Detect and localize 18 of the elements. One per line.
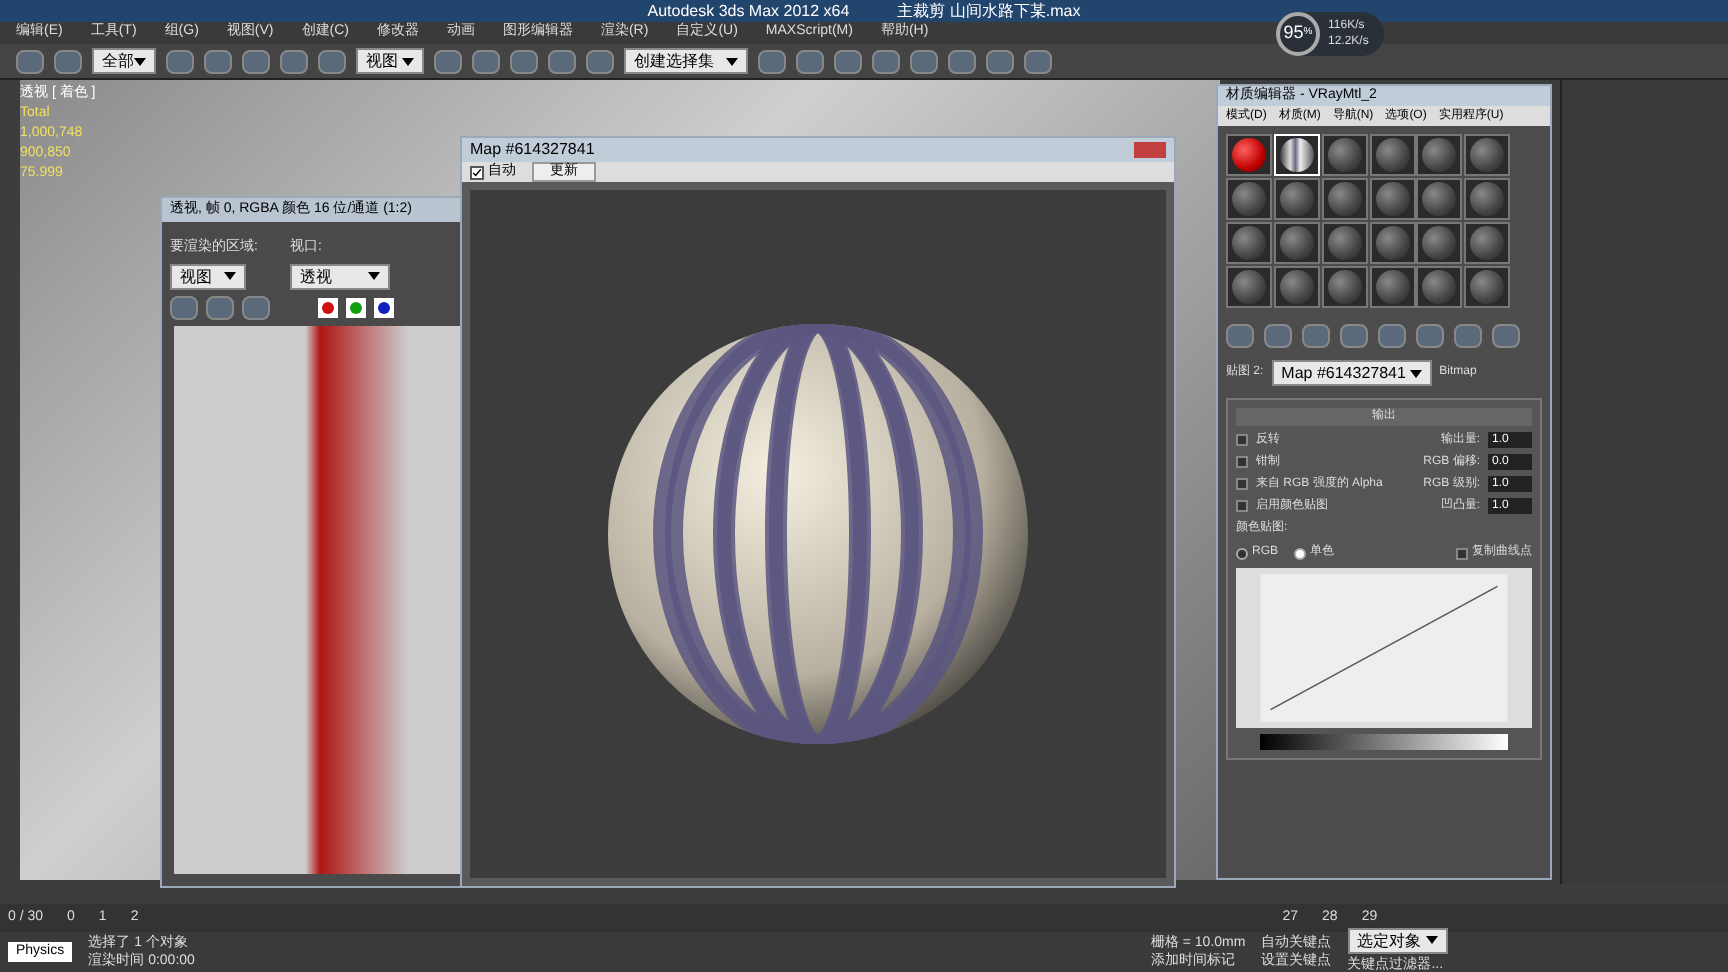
radio-button[interactable] — [1294, 547, 1307, 559]
checkbox[interactable] — [470, 165, 484, 179]
viewport-dropdown[interactable]: 透视 — [289, 263, 390, 289]
checkbox[interactable] — [1236, 434, 1248, 446]
checkbox[interactable] — [1456, 547, 1468, 559]
checkbox[interactable] — [1236, 456, 1248, 468]
checkbox[interactable] — [1236, 500, 1248, 512]
key-mode-dropdown[interactable]: 选定对象 — [1347, 927, 1448, 954]
render-area-dropdown[interactable]: 视图 — [170, 263, 246, 289]
radio-button[interactable] — [1236, 547, 1248, 559]
map-name-dropdown[interactable]: Map #614327841 — [1271, 360, 1432, 386]
window-title: Autodesk 3ds Max 2012 x64 — [647, 0, 850, 22]
selection-filter-dropdown[interactable]: 全部 — [92, 48, 156, 74]
checkbox[interactable] — [1236, 478, 1248, 490]
coordinate-dropdown[interactable]: 视图 — [356, 48, 424, 74]
file-name: 主裁剪 山间水路下某.max — [897, 0, 1081, 22]
selection-set-dropdown[interactable]: 创建选择集 — [624, 48, 748, 74]
window-title: Map #614327841 — [470, 138, 595, 162]
